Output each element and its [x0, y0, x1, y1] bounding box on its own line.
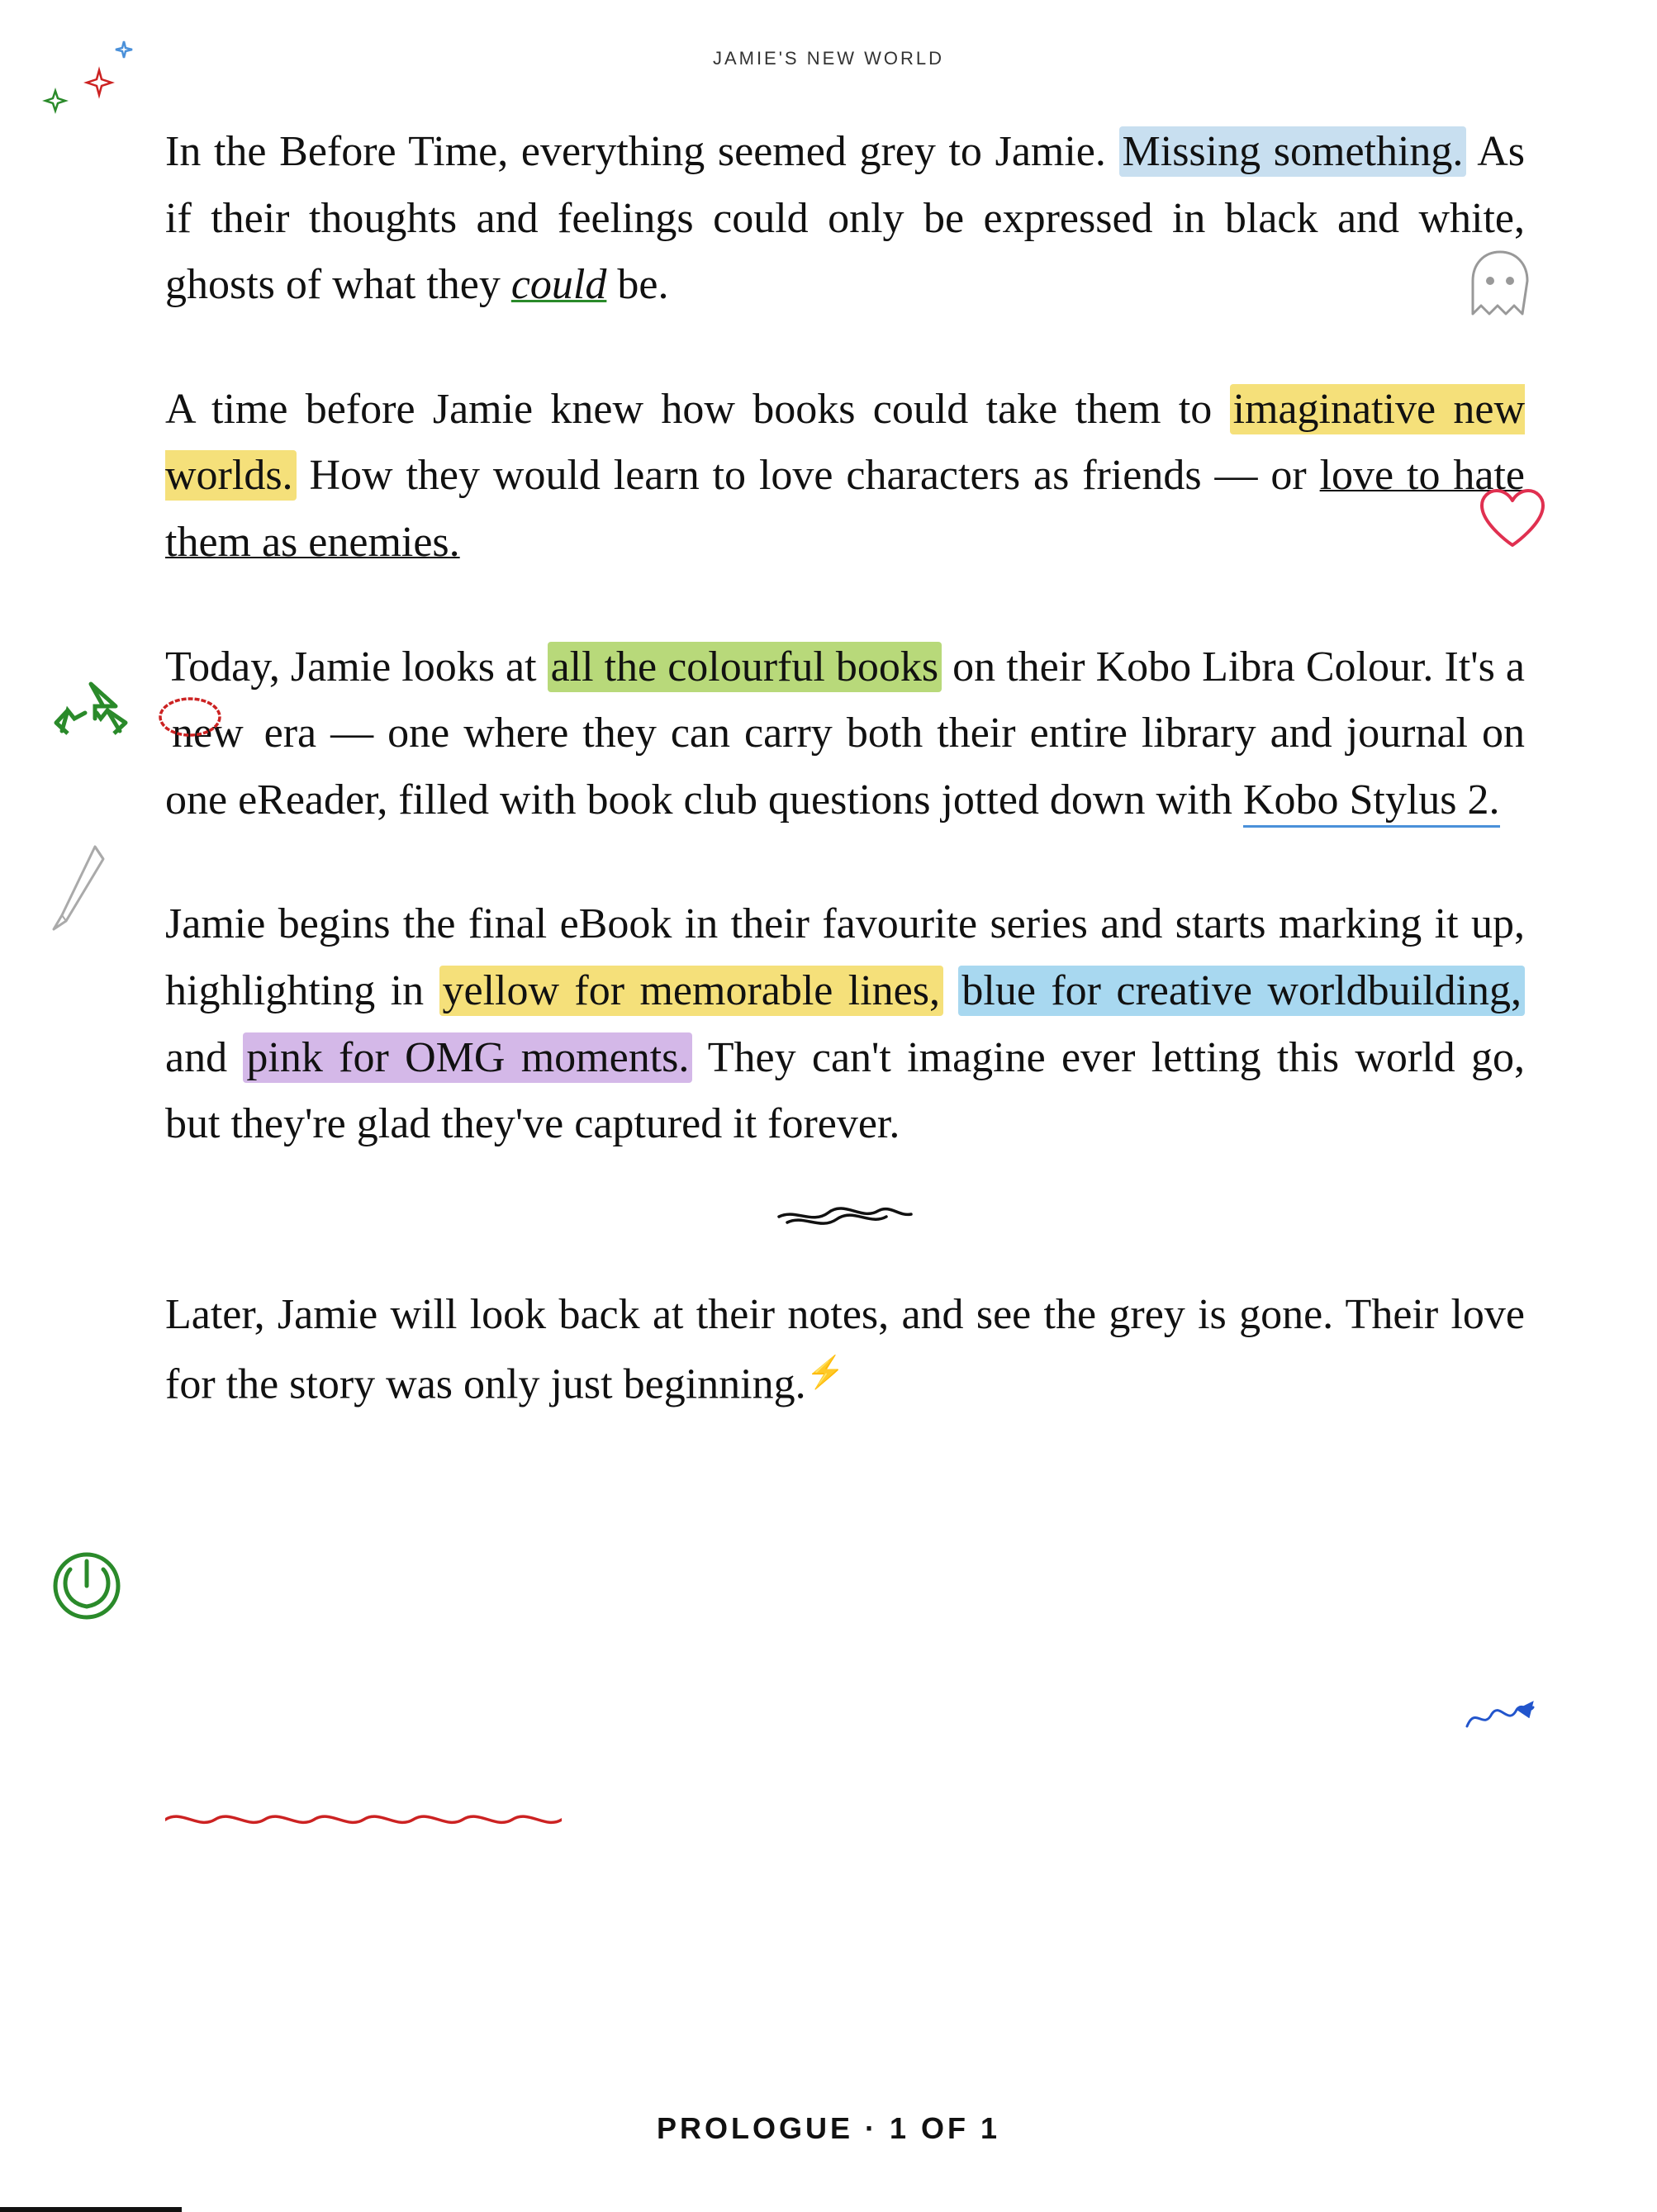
p1-text1: In the Before Time, everything seemed gr…	[165, 128, 1119, 175]
sparkles-decoration	[41, 33, 173, 169]
page-title: JAMIE'S NEW WORLD	[0, 0, 1657, 69]
scribble-decoration	[165, 1191, 1525, 1258]
p2-text2: How they would learn to love characters …	[297, 452, 1320, 499]
p5-text1: Later, Jamie will look back at their not…	[165, 1291, 1525, 1407]
blue-squiggle	[1463, 1697, 1537, 1743]
p1-could: could	[511, 261, 607, 308]
p4-yellow: yellow for memorable lines,	[439, 966, 944, 1016]
p3-new-word: new	[165, 700, 250, 767]
paragraph-1: In the Before Time, everything seemed gr…	[165, 119, 1525, 319]
pencil-icon	[50, 843, 107, 946]
paragraph-3: Today, Jamie looks at all the colourful …	[165, 634, 1525, 834]
power-icon	[45, 1545, 128, 1631]
footer-label: PROLOGUE · 1 OF 1	[0, 2111, 1657, 2146]
footer-text: PROLOGUE · 1 OF 1	[657, 2111, 1000, 2145]
p4-text2	[943, 967, 958, 1014]
paragraph-2: A time before Jamie knew how books could…	[165, 377, 1525, 577]
heart-icon	[1475, 487, 1550, 558]
paragraph-5: Later, Jamie will look back at their not…	[165, 1282, 1525, 1418]
paragraph-4: Jamie begins the final eBook in their fa…	[165, 891, 1525, 1157]
p5-blue-mark: ⚡	[806, 1355, 845, 1390]
p3-stylus: Kobo Stylus 2.	[1243, 776, 1500, 828]
p4-and: and	[165, 1034, 243, 1081]
p3-highlight-books: all the colourful books	[548, 642, 942, 692]
main-content: In the Before Time, everything seemed gr…	[165, 119, 1525, 1418]
footer-line	[0, 2207, 182, 2212]
p2-text1: A time before Jamie knew how books could…	[165, 386, 1230, 433]
p3-text1: Today, Jamie looks at	[165, 643, 548, 691]
p1-highlight-missing: Missing something.	[1119, 126, 1467, 177]
red-wavy-underline	[165, 1805, 562, 1838]
p3-text2: on their Kobo Libra Colour. It's a	[942, 643, 1525, 691]
p4-blue: blue for creative worldbuilding,	[958, 966, 1525, 1016]
recycle-icon	[50, 677, 132, 764]
p1-text3: be.	[606, 261, 668, 308]
p4-pink: pink for OMG moments.	[243, 1032, 692, 1083]
ghost-icon	[1463, 244, 1537, 318]
